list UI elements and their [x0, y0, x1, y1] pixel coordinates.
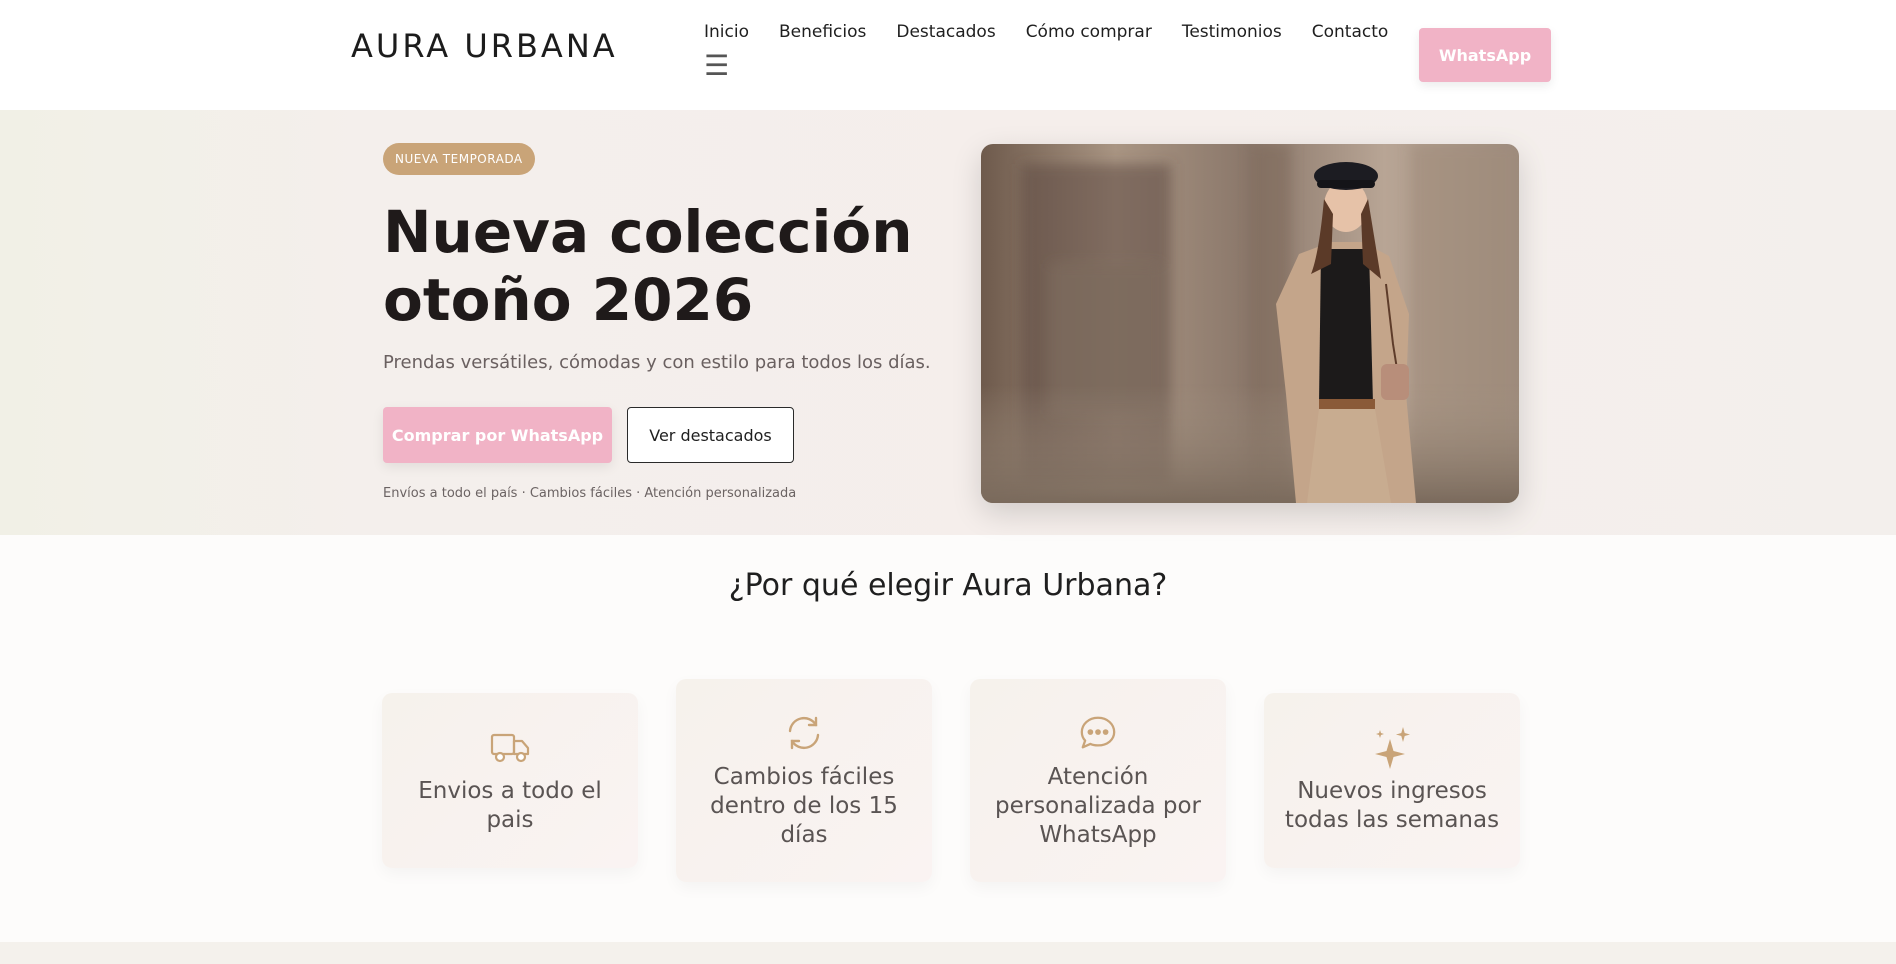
benefit-label: Atención personalizada por WhatsApp: [994, 764, 1201, 848]
sparkle-icon: [1372, 727, 1412, 769]
benefit-label: Nuevos ingresos todas las semanas: [1284, 778, 1500, 833]
benefits-title: ¿Por qué elegir Aura Urbana?: [728, 568, 1168, 603]
hero-title: Nueva colección otoño 2026: [383, 198, 913, 334]
benefit-label: Envios a todo el pais: [418, 778, 602, 833]
nav-link-como-comprar[interactable]: Cómo comprar: [1026, 22, 1152, 42]
hero-model-image: [981, 144, 1519, 503]
benefit-card-shipping: Envios a todo el pais: [382, 693, 638, 868]
benefit-card-new-arrivals: Nuevos ingresos todas las semanas: [1264, 693, 1520, 868]
brand-logo[interactable]: AURA URBANA: [351, 27, 618, 65]
nav-link-contacto[interactable]: Contacto: [1312, 22, 1389, 42]
view-featured-button[interactable]: Ver destacados: [627, 407, 794, 463]
refresh-icon: [784, 713, 824, 753]
benefit-card-returns: Cambios fáciles dentro de los 15 días: [676, 679, 932, 882]
main-nav: Inicio Beneficios Destacados Cómo compra…: [704, 22, 1388, 42]
next-section-strip: [0, 942, 1896, 964]
benefit-label: Cambios fáciles dentro de los 15 días: [710, 764, 898, 848]
truck-icon: [490, 727, 530, 767]
site-header: AURA URBANA Inicio Beneficios Destacados…: [0, 0, 1896, 110]
hamburger-menu-icon[interactable]: ☰: [704, 52, 729, 80]
benefit-card-support: Atención personalizada por WhatsApp: [970, 679, 1226, 882]
nav-link-beneficios[interactable]: Beneficios: [779, 22, 866, 42]
hero-section: NUEVA TEMPORADA Nueva colección otoño 20…: [0, 110, 1896, 535]
nav-link-inicio[interactable]: Inicio: [704, 22, 749, 42]
chat-icon: [1078, 713, 1118, 753]
header-whatsapp-button[interactable]: WhatsApp: [1419, 28, 1551, 82]
nav-link-destacados[interactable]: Destacados: [896, 22, 995, 42]
hero-subtitle: Prendas versátiles, cómodas y con estilo…: [383, 352, 931, 373]
season-badge: NUEVA TEMPORADA: [383, 143, 535, 175]
buy-whatsapp-button[interactable]: Comprar por WhatsApp: [383, 407, 612, 463]
nav-link-testimonios[interactable]: Testimonios: [1182, 22, 1282, 42]
hero-meta-text: Envíos a todo el país · Cambios fáciles …: [383, 486, 797, 501]
